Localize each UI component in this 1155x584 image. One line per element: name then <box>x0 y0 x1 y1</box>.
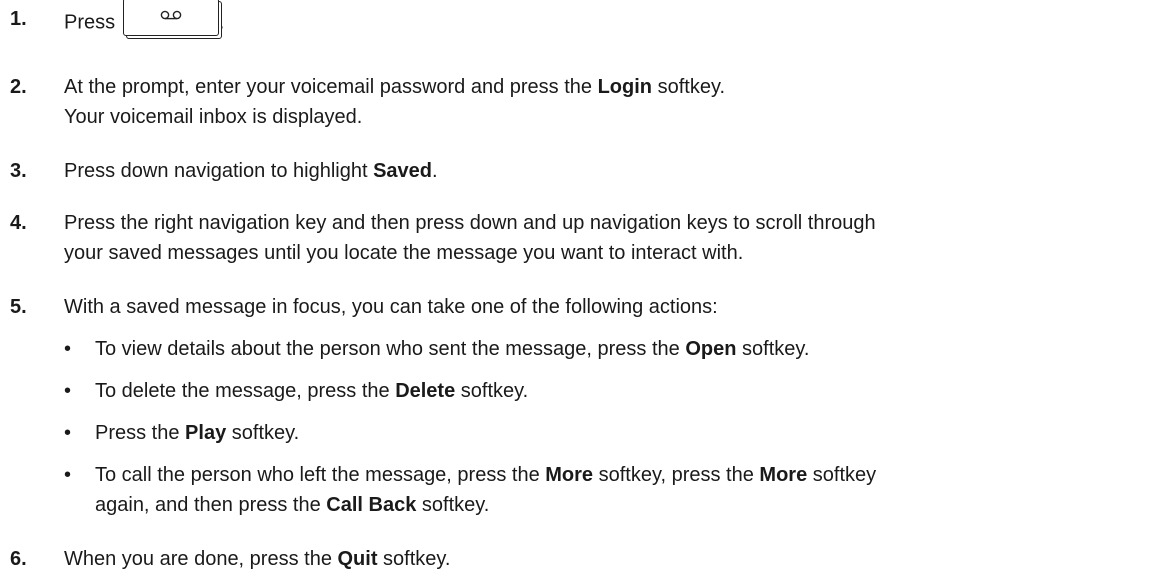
step-number: 2. <box>10 76 27 98</box>
softkey-label: Call Back <box>326 494 417 516</box>
softkey-label: Play <box>185 422 227 444</box>
bullet-line: again, and then press the Call Back soft… <box>95 490 1135 520</box>
softkey-label: More <box>545 464 594 486</box>
step-text: At the prompt, enter your voicemail pass… <box>64 76 598 98</box>
step-body: With a saved message in focus, you can t… <box>64 292 1144 322</box>
bullet-text: softkey. <box>416 494 490 516</box>
softkey-label: Login <box>597 76 653 98</box>
bullet-line: Press the Play softkey. <box>95 418 1135 448</box>
step-line: When you are done, press the Quit softke… <box>64 544 1144 574</box>
bullet-text: again, and then press the <box>95 494 327 516</box>
bullet-marker: • <box>64 380 72 402</box>
step-text: softkey. <box>377 548 451 570</box>
step-body: At the prompt, enter your voicemail pass… <box>64 72 1144 132</box>
bullet-text: softkey, press the <box>593 464 760 486</box>
bullet-text: softkey. <box>455 380 529 402</box>
softkey-label: Delete <box>395 380 456 402</box>
softkey-label: Quit <box>337 548 378 570</box>
step-text: When you are done, press the <box>64 548 338 570</box>
softkey-label: More <box>759 464 808 486</box>
step-number: 6. <box>10 548 27 570</box>
bullet-line: To call the person who left the message,… <box>95 460 1135 490</box>
step-line: Press the right navigation key and then … <box>64 212 876 234</box>
step-text-end: . <box>218 11 225 34</box>
step-text: softkey. <box>652 76 726 98</box>
step-body: Press . <box>64 0 1144 42</box>
step-number: 4. <box>10 212 27 234</box>
bullet-line: To view details about the person who sen… <box>95 334 1135 364</box>
bullet-text: Press the <box>95 422 186 444</box>
step-number: 1. <box>10 8 27 30</box>
bullet-body: To view details about the person who sen… <box>95 334 1135 364</box>
bullet-text: To delete the message, press the <box>95 380 396 402</box>
bullet-marker: • <box>64 464 72 486</box>
step-text: . <box>432 160 438 182</box>
step-body: Press the right navigation key and then … <box>64 208 1144 268</box>
bullet-text: To call the person who left the message,… <box>95 464 546 486</box>
step-line: At the prompt, enter your voicemail pass… <box>64 72 1144 102</box>
menu-item-label: Saved <box>373 160 433 182</box>
bullet-line: To delete the message, press the Delete … <box>95 376 1135 406</box>
step-body: Press down navigation to highlight Saved… <box>64 156 1144 186</box>
step-line: your saved messages until you locate the… <box>64 242 744 264</box>
bullet-text: softkey <box>807 464 877 486</box>
bullet-marker: • <box>64 338 72 360</box>
bullet-body: To call the person who left the message,… <box>95 460 1135 520</box>
bullet-text: To view details about the person who sen… <box>95 338 686 360</box>
bullet-marker: • <box>64 422 72 444</box>
voicemail-icon <box>160 10 181 20</box>
bullet-text: softkey. <box>736 338 810 360</box>
bullet-body: Press the Play softkey. <box>95 418 1135 448</box>
step-body: When you are done, press the Quit softke… <box>64 544 1144 574</box>
voicemail-key-button <box>122 0 219 36</box>
step-text: Press <box>64 11 116 34</box>
step-number: 3. <box>10 160 27 182</box>
step-line: Your voicemail inbox is displayed. <box>64 106 363 128</box>
step-line: With a saved message in focus, you can t… <box>64 296 718 318</box>
step-text: Press down navigation to highlight <box>64 160 374 182</box>
bullet-text: softkey. <box>226 422 300 444</box>
step-number: 5. <box>10 296 27 318</box>
bullet-body: To delete the message, press the Delete … <box>95 376 1135 406</box>
step-line: Press down navigation to highlight Saved… <box>64 156 1144 186</box>
softkey-label: Open <box>685 338 737 360</box>
